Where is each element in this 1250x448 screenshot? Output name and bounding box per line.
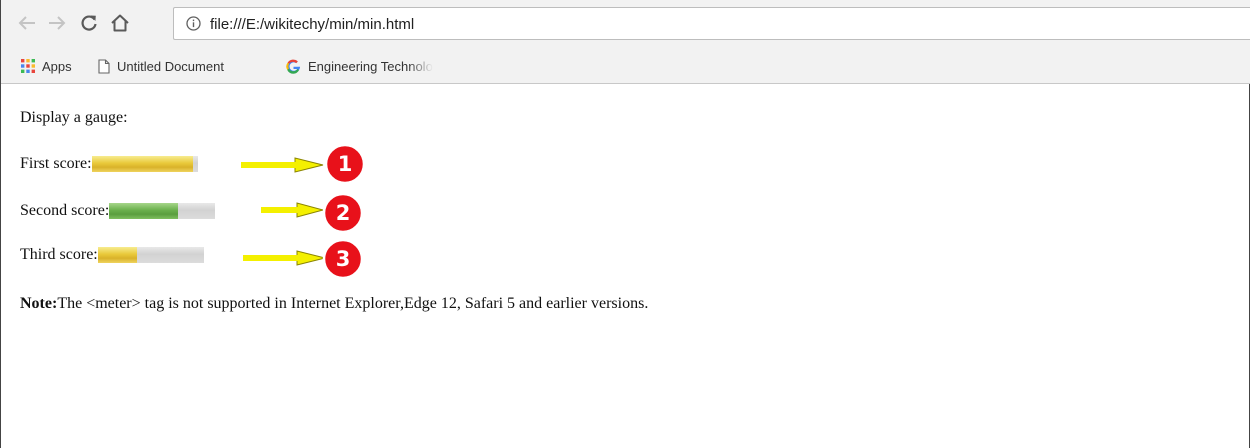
browser-window: file:///E:/wikitechy/min/min.html Apps U… [0, 0, 1250, 448]
meter-row-third: Third score: [20, 246, 204, 264]
meter-label: Third score: [20, 246, 98, 263]
note-paragraph: Note: The <meter> tag is not supported in… [20, 295, 648, 313]
annotation-badge-2: 2 [321, 191, 365, 235]
annotation-badge-1: 1 [323, 142, 367, 186]
bookmark-label: Untitled Document [117, 58, 224, 74]
meter-fill [109, 203, 179, 219]
page-content: Display a gauge: First score: Second sco… [20, 84, 1240, 448]
meter-gauge-first [91, 156, 198, 172]
address-bar[interactable]: file:///E:/wikitechy/min/min.html [173, 7, 1250, 40]
intro-text: Display a gauge: [20, 109, 128, 126]
bookmark-engineering-technology[interactable]: Engineering Technolo [286, 57, 433, 75]
note-label: Note: [20, 295, 58, 312]
annotation-arrow-3 [243, 250, 326, 266]
back-arrow-icon [18, 16, 35, 30]
annotation-arrow-2 [261, 202, 325, 218]
back-button[interactable] [15, 10, 39, 36]
annotation-badge-3: 3 [321, 237, 365, 281]
home-button[interactable] [108, 10, 132, 36]
google-icon [286, 59, 301, 74]
note-text: The <meter> tag is not supported in Inte… [57, 295, 649, 312]
info-icon[interactable] [186, 16, 201, 31]
apps-grid-icon [21, 59, 35, 73]
meter-label: Second score: [20, 202, 110, 219]
badge-number: 1 [337, 152, 353, 176]
annotation-arrow-1 [241, 157, 324, 173]
meter-row-first: First score: [20, 155, 198, 173]
bookmark-label: Apps [42, 58, 72, 74]
bookmark-apps[interactable]: Apps [21, 57, 72, 75]
meter-gauge-third [97, 247, 204, 263]
meter-gauge-second [109, 203, 216, 219]
reload-icon [81, 15, 97, 31]
meter-label: First score: [20, 155, 92, 172]
reload-button[interactable] [77, 10, 101, 36]
url-text[interactable]: file:///E:/wikitechy/min/min.html [210, 16, 414, 33]
bookmark-label: Engineering Technolo [308, 58, 433, 74]
badge-number: 3 [335, 247, 351, 271]
badge-number: 2 [335, 201, 351, 225]
bookmarks-bar: Apps Untitled Document Engineering Techn… [1, 48, 1250, 84]
meter-fill [91, 156, 194, 172]
bookmark-untitled-document[interactable]: Untitled Document [98, 57, 224, 75]
browser-toolbar: file:///E:/wikitechy/min/min.html [1, 0, 1250, 48]
meter-fill [97, 247, 137, 263]
meter-row-second: Second score: [20, 202, 216, 220]
forward-arrow-icon [49, 16, 66, 30]
document-icon [98, 58, 110, 74]
forward-button[interactable] [45, 10, 69, 36]
home-icon [111, 14, 129, 32]
